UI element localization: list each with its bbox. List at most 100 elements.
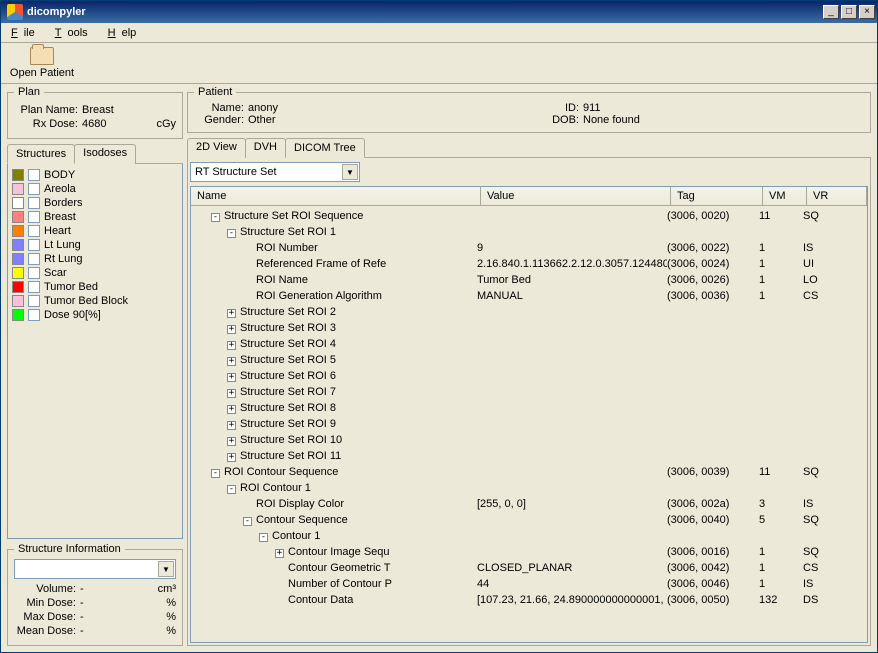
tree-row[interactable]: -Structure Set ROI 1 xyxy=(191,224,867,240)
collapse-icon[interactable]: - xyxy=(227,485,236,494)
checkbox[interactable] xyxy=(28,169,40,181)
expand-icon[interactable]: + xyxy=(275,549,284,558)
tree-body[interactable]: -Structure Set ROI Sequence(3006, 0020)1… xyxy=(191,206,867,642)
tree-row[interactable]: +Structure Set ROI 6 xyxy=(191,368,867,384)
tree-row[interactable]: +Structure Set ROI 7 xyxy=(191,384,867,400)
mean-value: - xyxy=(80,625,166,637)
tree-row[interactable]: -Structure Set ROI Sequence(3006, 0020)1… xyxy=(191,208,867,224)
tree-cell-vm: 5 xyxy=(759,514,803,526)
tree-row[interactable]: ROI Number9(3006, 0022)1IS xyxy=(191,240,867,256)
checkbox[interactable] xyxy=(28,225,40,237)
tree-row[interactable]: +Structure Set ROI 4 xyxy=(191,336,867,352)
structure-item[interactable]: Rt Lung xyxy=(10,252,180,266)
checkbox[interactable] xyxy=(28,239,40,251)
tree-row[interactable]: Number of Contour P44(3006, 0046)1IS xyxy=(191,576,867,592)
expand-icon[interactable]: + xyxy=(227,389,236,398)
tree-row[interactable]: Contour Geometric TCLOSED_PLANAR(3006, 0… xyxy=(191,560,867,576)
tree-row[interactable]: +Contour Image Sequ(3006, 0016)1SQ xyxy=(191,544,867,560)
col-vm[interactable]: VM xyxy=(763,187,807,205)
tree-row[interactable]: -ROI Contour Sequence(3006, 0039)11SQ xyxy=(191,464,867,480)
tree-row[interactable]: Referenced Frame of Refe2.16.840.1.11366… xyxy=(191,256,867,272)
col-value[interactable]: Value xyxy=(481,187,671,205)
expand-icon[interactable]: + xyxy=(227,373,236,382)
checkbox[interactable] xyxy=(28,267,40,279)
tree-row[interactable]: ROI NameTumor Bed(3006, 0026)1LO xyxy=(191,272,867,288)
tree-cell-vr: IS xyxy=(803,578,863,590)
structure-item[interactable]: Lt Lung xyxy=(10,238,180,252)
tree-cell-tag: (3006, 0050) xyxy=(667,594,759,606)
vol-value: - xyxy=(80,583,158,595)
tree-row[interactable]: ROI Display Color[255, 0, 0](3006, 002a)… xyxy=(191,496,867,512)
structure-label: Tumor Bed xyxy=(44,281,98,293)
tab-dicom-tree[interactable]: DICOM Tree xyxy=(285,138,365,158)
dicom-type-select[interactable]: RT Structure Set ▼ xyxy=(190,162,360,182)
structure-item[interactable]: Borders xyxy=(10,196,180,210)
collapse-icon[interactable]: - xyxy=(243,517,252,526)
col-tag[interactable]: Tag xyxy=(671,187,763,205)
tab-dvh[interactable]: DVH xyxy=(245,138,286,158)
menu-help[interactable]: Help xyxy=(102,25,149,41)
maximize-button[interactable]: □ xyxy=(841,5,857,19)
tree-row[interactable]: +Structure Set ROI 2 xyxy=(191,304,867,320)
structure-label: Dose 90[%] xyxy=(44,309,101,321)
tree-cell-name: +Structure Set ROI 7 xyxy=(195,386,477,398)
collapse-icon[interactable]: - xyxy=(211,213,220,222)
tab-isodoses[interactable]: Isodoses xyxy=(74,144,136,164)
structure-item[interactable]: BODY xyxy=(10,168,180,182)
collapse-icon[interactable]: - xyxy=(259,533,268,542)
collapse-icon[interactable]: - xyxy=(227,229,236,238)
structure-select[interactable]: ▼ xyxy=(14,559,176,579)
collapse-icon[interactable]: - xyxy=(211,469,220,478)
rx-dose-label: Rx Dose: xyxy=(14,118,82,130)
tree-row[interactable]: +Structure Set ROI 3 xyxy=(191,320,867,336)
tab-structures[interactable]: Structures xyxy=(7,144,75,164)
menu-tools[interactable]: Tools xyxy=(49,25,100,41)
expand-icon[interactable]: + xyxy=(227,309,236,318)
structure-item[interactable]: Dose 90[%] xyxy=(10,308,180,322)
color-swatch xyxy=(12,239,24,251)
tree-row[interactable]: ROI Generation AlgorithmMANUAL(3006, 003… xyxy=(191,288,867,304)
tree-row[interactable]: +Structure Set ROI 8 xyxy=(191,400,867,416)
tree-cell-vr: SQ xyxy=(803,466,863,478)
tree-row[interactable]: -ROI Contour 1 xyxy=(191,480,867,496)
minimize-button[interactable]: _ xyxy=(823,5,839,19)
structure-item[interactable]: Scar xyxy=(10,266,180,280)
menu-file[interactable]: File xyxy=(5,25,47,41)
tree-cell-vr: LO xyxy=(803,274,863,286)
checkbox[interactable] xyxy=(28,183,40,195)
color-swatch xyxy=(12,309,24,321)
structure-item[interactable]: Breast xyxy=(10,210,180,224)
open-patient-button[interactable]: Open Patient xyxy=(7,47,77,79)
checkbox[interactable] xyxy=(28,211,40,223)
expand-icon[interactable]: + xyxy=(227,421,236,430)
tree-cell-name: +Structure Set ROI 10 xyxy=(195,434,477,446)
expand-icon[interactable]: + xyxy=(227,437,236,446)
tree-row[interactable]: +Structure Set ROI 9 xyxy=(191,416,867,432)
expand-icon[interactable]: + xyxy=(227,357,236,366)
tab-2dview[interactable]: 2D View xyxy=(187,138,246,158)
structure-item[interactable]: Tumor Bed xyxy=(10,280,180,294)
structure-item[interactable]: Areola xyxy=(10,182,180,196)
checkbox[interactable] xyxy=(28,295,40,307)
tree-row[interactable]: +Structure Set ROI 11 xyxy=(191,448,867,464)
expand-icon[interactable]: + xyxy=(227,325,236,334)
checkbox[interactable] xyxy=(28,281,40,293)
checkbox[interactable] xyxy=(28,253,40,265)
tree-row[interactable]: -Contour Sequence(3006, 0040)5SQ xyxy=(191,512,867,528)
structure-item[interactable]: Heart xyxy=(10,224,180,238)
tree-row[interactable]: +Structure Set ROI 10 xyxy=(191,432,867,448)
tree-row[interactable]: +Structure Set ROI 5 xyxy=(191,352,867,368)
expand-icon[interactable]: + xyxy=(227,453,236,462)
checkbox[interactable] xyxy=(28,197,40,209)
expand-icon[interactable]: + xyxy=(227,405,236,414)
tree-cell-vr: CS xyxy=(803,562,863,574)
close-button[interactable]: × xyxy=(859,5,875,19)
structure-item[interactable]: Tumor Bed Block xyxy=(10,294,180,308)
checkbox[interactable] xyxy=(28,309,40,321)
tree-row[interactable]: -Contour 1 xyxy=(191,528,867,544)
menubar: File Tools Help xyxy=(1,23,877,43)
tree-row[interactable]: Contour Data[107.23, 21.66, 24.890000000… xyxy=(191,592,867,608)
expand-icon[interactable]: + xyxy=(227,341,236,350)
col-name[interactable]: Name xyxy=(191,187,481,205)
col-vr[interactable]: VR xyxy=(807,187,867,205)
